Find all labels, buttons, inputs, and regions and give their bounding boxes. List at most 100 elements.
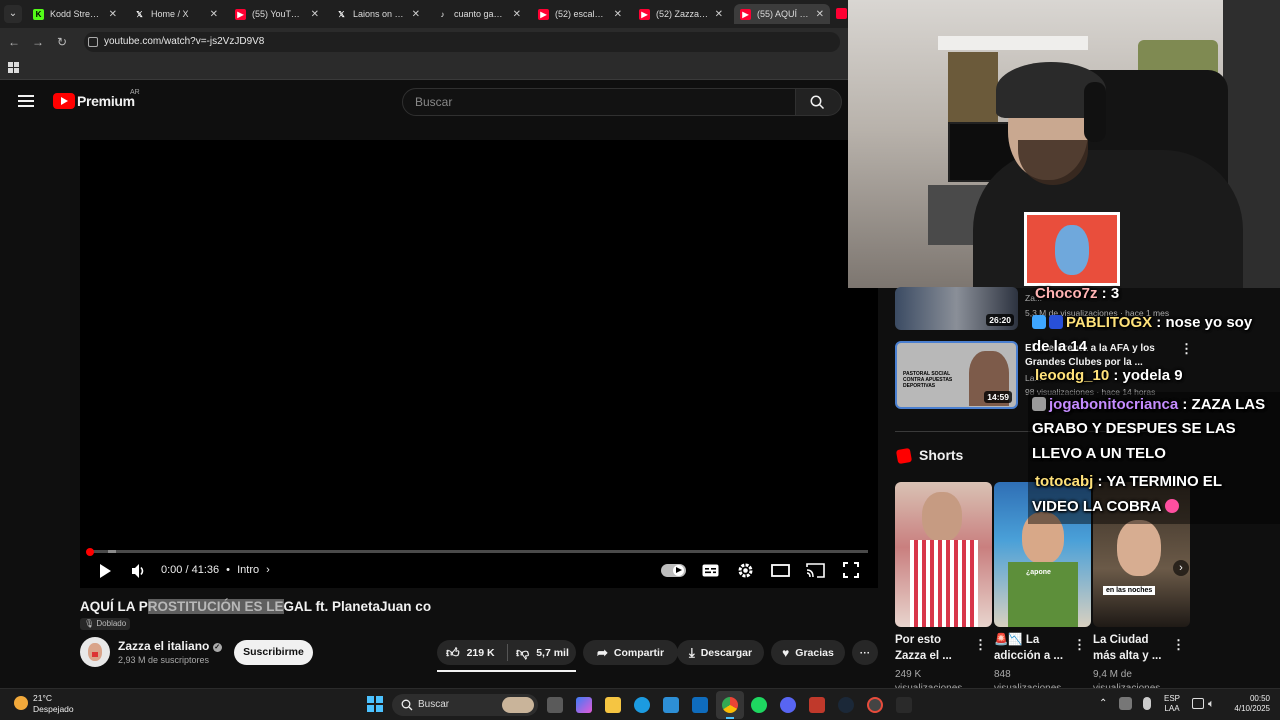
more-actions-button[interactable]: ··· [852,640,878,665]
browser-tab[interactable]: ♪ cuanto gana d ✕ [431,4,527,24]
microphone-icon[interactable] [1143,697,1151,710]
recommended-thumbnail[interactable]: 26:20 [895,287,1018,330]
search-input[interactable]: Buscar [402,88,796,116]
like-button[interactable]: 👍︎ 219 K [437,645,507,661]
browser-tab[interactable]: ▶ (52) Zazza el it ✕ [633,4,729,24]
volume-icon[interactable] [131,563,148,579]
forward-icon[interactable]: → [30,34,46,50]
chat-username: totocabj [1035,473,1094,490]
close-tab-icon[interactable]: ✕ [311,9,319,20]
more-vertical-icon[interactable]: ⋮ [1180,341,1193,357]
browser-tab[interactable]: K Kodd Stream - ✕ [27,4,123,24]
taskbar-search[interactable]: Buscar [392,694,538,716]
dislike-button[interactable]: 👎︎ 5,7 mil [508,645,569,661]
like-dislike-group: 👍︎ 219 K 👎︎ 5,7 mil [437,640,576,665]
edge-icon[interactable] [634,697,650,713]
youtube-icon[interactable] [836,8,847,19]
chat-text: VIDEO LA COBRA [1032,498,1161,515]
app-icon[interactable] [867,697,883,713]
discord-icon[interactable] [780,697,796,713]
chevron-right-icon[interactable]: › [266,564,270,576]
browser-tab[interactable]: ▶ (55) YouTube ✕ [229,4,325,24]
search-button[interactable] [796,88,842,116]
browser-tab[interactable]: 𝕏 Laions on X: "u ✕ [330,4,426,24]
subtitles-icon[interactable] [702,564,719,577]
download-button[interactable]: ⤓ Descargar [677,640,764,665]
video-player[interactable] [80,140,878,588]
app-icon[interactable] [896,697,912,713]
tab-search-dropdown-icon[interactable]: ⌄ [4,5,22,23]
youtube-icon: ▶ [639,8,650,20]
short-title[interactable]: La Ciudad más alta y ... [1093,632,1173,664]
youtube-icon: ▶ [538,8,549,20]
language-indicator[interactable]: ESP LAA [1160,694,1184,714]
recommended-thumbnail[interactable]: PASTORAL SOCIAL CONTRA APUESTAS DEPORTIV… [895,341,1018,409]
youtube-header: Premium AR Buscar [0,80,848,124]
close-tab-icon[interactable]: ✕ [210,9,218,20]
shorts-next-arrow-icon[interactable]: › [1173,560,1189,576]
thumbs-down-icon: 👎︎ [516,644,530,660]
task-view-icon[interactable] [547,697,563,713]
weather-icon[interactable] [14,696,28,710]
clock[interactable]: 00:50 4/10/2025 [1224,694,1270,714]
play-icon[interactable] [97,563,113,579]
chevron-up-icon[interactable]: ⌃ [1099,698,1107,709]
short-title[interactable]: 🚨📉 La adicción a ... [994,632,1074,664]
chat-separator: : [1109,367,1123,384]
close-tab-icon[interactable]: ✕ [816,9,824,20]
cast-icon[interactable] [806,563,825,578]
channel-avatar[interactable] [80,637,110,667]
youtube-premium-logo[interactable]: Premium [77,93,135,109]
menu-icon[interactable] [18,95,34,107]
progress-bar[interactable] [88,550,868,553]
app-icon[interactable] [809,697,825,713]
spotify-icon[interactable] [751,697,767,713]
close-tab-icon[interactable]: ✕ [412,9,420,20]
tray-icon[interactable] [1119,697,1132,710]
progress-scrubber[interactable] [86,548,94,556]
windows-start-icon[interactable] [367,696,383,712]
outlook-icon[interactable] [692,697,708,713]
fullscreen-icon[interactable] [843,562,859,578]
settings-gear-icon[interactable] [737,562,754,579]
more-vertical-icon[interactable]: ⋮ [974,637,987,653]
browser-tab[interactable]: ▶ (55) AQUÍ LA P ✕ [734,4,830,24]
theater-mode-icon[interactable] [771,564,790,577]
more-vertical-icon[interactable]: ⋮ [1073,637,1086,653]
store-icon[interactable] [663,697,679,713]
close-tab-icon[interactable]: ✕ [109,9,117,20]
apps-grid-icon[interactable] [8,62,19,73]
chapter-label[interactable]: Intro [237,564,259,576]
channel-name[interactable]: Zazza el italiano ✓ [118,639,222,653]
channel-name-text[interactable]: Zazza el italiano [118,639,209,653]
x-icon: 𝕏 [136,9,143,19]
more-vertical-icon[interactable]: ⋮ [1172,637,1185,653]
steam-icon[interactable] [838,697,854,713]
network-icon[interactable] [1192,698,1204,709]
reload-icon[interactable]: ↻ [54,34,70,50]
thanks-label: Gracias [795,646,834,659]
speaker-icon[interactable]: 🔈︎ [1208,698,1215,711]
browser-tab[interactable]: 𝕏 Home / X ✕ [128,4,224,24]
close-tab-icon[interactable]: ✕ [715,9,723,20]
chrome-icon[interactable] [722,697,738,713]
chat-text: YA TERMINO EL [1106,473,1222,490]
youtube-logo-icon[interactable] [53,93,75,109]
back-icon[interactable]: ← [6,34,22,50]
autoplay-toggle[interactable] [661,564,686,577]
file-explorer-icon[interactable] [605,697,621,713]
short-title[interactable]: Por esto Zazza el ... [895,632,975,664]
share-button[interactable]: ➦ Compartir [583,640,678,665]
close-tab-icon[interactable]: ✕ [513,9,521,20]
close-tab-icon[interactable]: ✕ [614,9,622,20]
chat-separator: : [1178,396,1192,413]
subscribe-button[interactable]: Suscribirme [234,640,313,665]
bookmarks-bar [0,56,848,80]
site-info-icon[interactable] [88,37,98,47]
url-field[interactable]: youtube.com/watch?v=-js2VzJD9V8 [84,32,840,52]
short-thumbnail[interactable] [895,482,992,627]
thanks-button[interactable]: ♥︎ Gracias [771,640,845,665]
browser-tab[interactable]: ▶ (52) escalo una ✕ [532,4,628,24]
copilot-icon[interactable] [576,697,592,713]
chat-message-continued: LLEVO A UN TELO [1032,445,1166,462]
